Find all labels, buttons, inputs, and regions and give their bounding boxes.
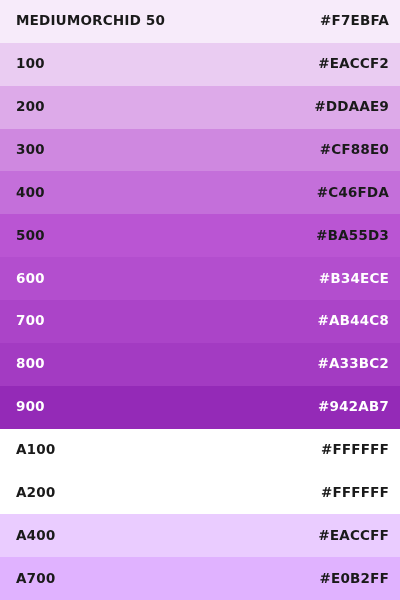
swatch-name: 600 xyxy=(16,270,45,287)
swatch-hex: #DDAAE9 xyxy=(314,99,389,116)
swatch-hex: #C46FDA xyxy=(316,184,389,201)
swatch-name: 400 xyxy=(16,184,45,201)
swatch-name: A400 xyxy=(16,527,56,544)
swatch-a400: A400 #EACCFF xyxy=(0,514,400,558)
swatch-500: 500 #BA55D3 xyxy=(0,214,400,258)
swatch-300: 300 #CF88E0 xyxy=(0,128,400,172)
swatch-900: 900 #942AB7 xyxy=(0,385,400,429)
swatch-hex: #CF88E0 xyxy=(319,142,389,158)
swatch-600: 600 #B34ECE xyxy=(0,257,400,301)
swatch-name: 900 xyxy=(16,399,45,416)
swatch-name: MEDIUMORCHID 50 xyxy=(16,13,166,30)
swatch-name: A100 xyxy=(16,442,56,459)
swatch-hex: #FFFFFF xyxy=(320,442,389,459)
swatch-hex: #FFFFFF xyxy=(320,484,389,501)
swatch-name: A200 xyxy=(16,484,56,501)
swatch-hex: #E0B2FF xyxy=(319,570,389,587)
color-palette: MEDIUMORCHID 50 #F7EBFA 100 #EACCF2 200 … xyxy=(0,0,400,600)
swatch-a100: A100 #FFFFFF xyxy=(0,428,400,472)
swatch-hex: #B34ECE xyxy=(318,270,389,287)
swatch-name: 100 xyxy=(16,56,45,73)
swatch-400: 400 #C46FDA xyxy=(0,171,400,215)
swatch-hex: #F7EBFA xyxy=(320,13,389,30)
swatch-a200: A200 #FFFFFF xyxy=(0,471,400,515)
swatch-hex: #EACCFF xyxy=(318,527,389,544)
swatch-50: MEDIUMORCHID 50 #F7EBFA xyxy=(0,0,400,43)
swatch-hex: #BA55D3 xyxy=(316,227,389,244)
swatch-hex: #AB44C8 xyxy=(317,313,389,330)
swatch-name: 700 xyxy=(16,313,45,330)
swatch-name: 800 xyxy=(16,356,45,373)
swatch-hex: #EACCF2 xyxy=(318,56,389,73)
swatch-name: 200 xyxy=(16,99,45,116)
swatch-200: 200 #DDAAE9 xyxy=(0,85,400,129)
swatch-100: 100 #EACCF2 xyxy=(0,42,400,86)
swatch-700: 700 #AB44C8 xyxy=(0,300,400,343)
swatch-name: A700 xyxy=(16,570,56,587)
swatch-hex: #A33BC2 xyxy=(317,356,389,373)
swatch-hex: #942AB7 xyxy=(317,399,389,416)
swatch-a700: A700 #E0B2FF xyxy=(0,557,400,600)
swatch-name: 300 xyxy=(16,142,45,158)
swatch-name: 500 xyxy=(16,227,45,244)
swatch-800: 800 #A33BC2 xyxy=(0,342,400,386)
